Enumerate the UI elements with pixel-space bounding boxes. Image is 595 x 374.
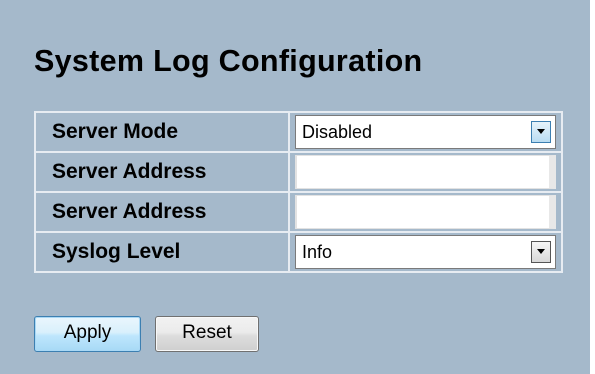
table-row-server-address-2: Server Address: [36, 193, 561, 231]
table-row-server-mode: Server Mode Disabled: [36, 113, 561, 151]
server-address-1-label: Server Address: [36, 153, 288, 191]
server-mode-cell: Disabled: [290, 113, 561, 151]
server-mode-label: Server Mode: [36, 113, 288, 151]
syslog-level-select[interactable]: Info: [295, 235, 556, 269]
server-address-1-cell: [290, 153, 561, 191]
syslog-level-cell: Info: [290, 233, 561, 271]
syslog-level-value: Info: [302, 242, 333, 262]
chevron-down-icon: [537, 129, 545, 134]
table-row-server-address-1: Server Address: [36, 153, 561, 191]
table-row-syslog-level: Syslog Level Info: [36, 233, 561, 271]
syslog-level-label: Syslog Level: [36, 233, 288, 271]
server-address-2-input[interactable]: [295, 195, 556, 229]
server-address-1-input[interactable]: [295, 155, 556, 189]
chevron-down-icon: [537, 249, 545, 254]
server-mode-select[interactable]: Disabled: [295, 115, 556, 149]
reset-button[interactable]: Reset: [155, 316, 259, 352]
page-title: System Log Configuration: [34, 44, 423, 78]
server-address-2-cell: [290, 193, 561, 231]
config-table: Server Mode Disabled Server Address Serv: [34, 111, 563, 273]
config-panel: System Log Configuration Server Mode Dis…: [0, 0, 590, 374]
server-address-2-label: Server Address: [36, 193, 288, 231]
server-mode-value: Disabled: [302, 122, 373, 142]
syslog-level-dropdown-button[interactable]: [531, 241, 551, 263]
apply-button[interactable]: Apply: [34, 316, 141, 352]
server-mode-dropdown-button[interactable]: [531, 121, 551, 143]
